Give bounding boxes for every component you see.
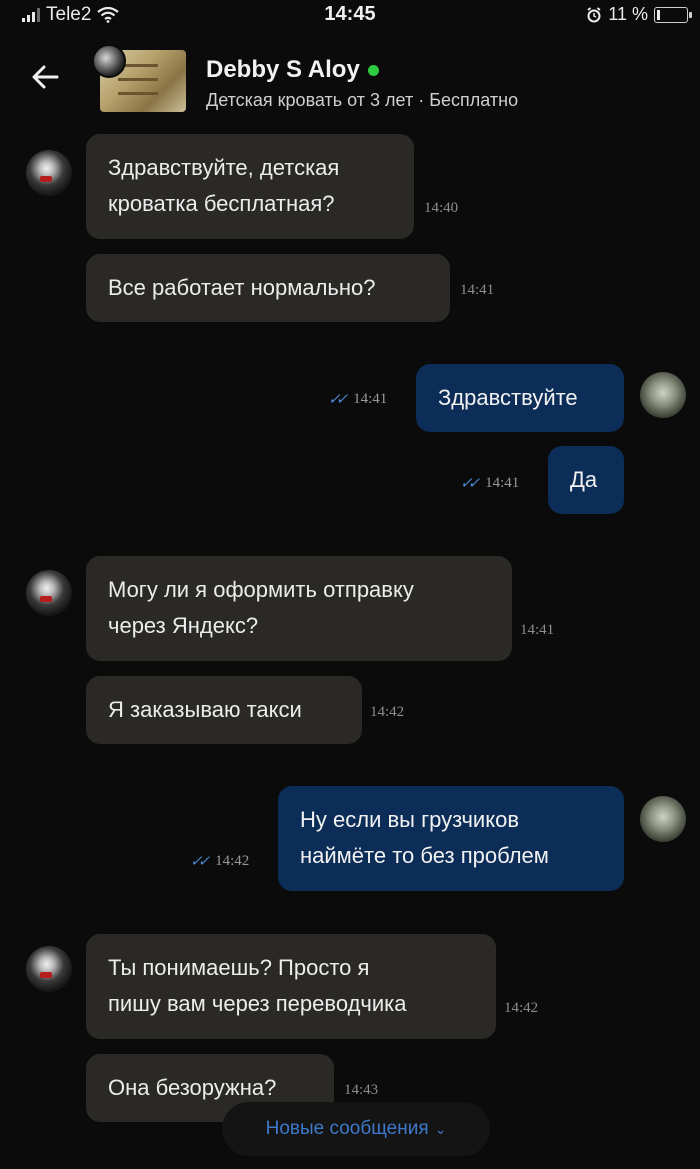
message-text: Здравствуйте, детская кроватка бесплатна… xyxy=(108,155,340,216)
seller-name-text: Debby S Aloy xyxy=(206,56,360,83)
message-time: 14:41 xyxy=(353,391,388,407)
message-time: 14:42 xyxy=(215,853,250,869)
message-text: Я заказываю такси xyxy=(108,697,302,722)
status-bar: Tele2 14:45 11 % xyxy=(0,0,700,30)
message-incoming[interactable]: Могу ли я оформить отправку через Яндекс… xyxy=(86,556,512,661)
online-indicator xyxy=(367,64,379,76)
message-time: 14:42 xyxy=(370,704,405,720)
message-text: Ты понимаешь? Просто я пишу вам через пе… xyxy=(108,955,407,1016)
back-button[interactable] xyxy=(30,62,64,96)
chevron-down-icon: ⌄ xyxy=(434,1120,447,1137)
double-check-icon: ✓✓ xyxy=(190,854,210,870)
battery-icon xyxy=(654,6,692,23)
message-outgoing[interactable]: Ну если вы грузчиков наймёте то без проб… xyxy=(278,786,624,891)
arrow-left-icon xyxy=(32,65,59,89)
message-time: 14:40 xyxy=(424,200,459,216)
message-status: ✓✓ 14:41 xyxy=(460,474,519,493)
message-text: Да xyxy=(570,467,598,492)
message-text: Она безоружна? xyxy=(108,1075,277,1100)
listing-title[interactable]: Детская кровать от 3 лет · Бесплатно xyxy=(206,90,518,111)
seller-name[interactable]: Debby S Aloy xyxy=(206,56,379,84)
message-time: 14:43 xyxy=(344,1082,379,1098)
seller-avatar[interactable] xyxy=(26,150,72,196)
message-incoming[interactable]: Я заказываю такси xyxy=(86,676,362,744)
seller-avatar[interactable] xyxy=(26,570,72,616)
message-time: 14:41 xyxy=(520,622,555,638)
message-incoming[interactable]: Здравствуйте, детская кроватка бесплатна… xyxy=(86,134,414,239)
my-avatar[interactable] xyxy=(640,796,686,842)
message-incoming[interactable]: Все работает нормально? xyxy=(86,254,450,322)
message-outgoing[interactable]: Здравствуйте xyxy=(416,364,624,432)
new-messages-label: Новые сообщения xyxy=(265,1118,429,1139)
message-text: Здравствуйте xyxy=(438,385,578,410)
message-time: 14:41 xyxy=(485,475,520,491)
message-text: Могу ли я оформить отправку через Яндекс… xyxy=(108,577,414,638)
seller-avatar[interactable] xyxy=(26,946,72,992)
seller-avatar[interactable] xyxy=(92,44,126,78)
message-status: ✓✓ 14:42 xyxy=(190,852,249,871)
new-messages-button[interactable]: Новые сообщения ⌄ xyxy=(222,1102,490,1156)
my-avatar[interactable] xyxy=(640,372,686,418)
message-text: Ну если вы грузчиков наймёте то без проб… xyxy=(300,807,549,868)
message-text: Все работает нормально? xyxy=(108,275,376,300)
message-status: ✓✓ 14:41 xyxy=(328,390,387,409)
message-incoming[interactable]: Ты понимаешь? Просто я пишу вам через пе… xyxy=(86,934,496,1039)
message-time: 14:41 xyxy=(460,282,495,298)
double-check-icon: ✓✓ xyxy=(328,392,348,408)
message-outgoing[interactable]: Да xyxy=(548,446,624,514)
chat-header: Debby S Aloy Детская кровать от 3 лет · … xyxy=(0,40,700,120)
battery-percent: 11 % xyxy=(608,4,648,24)
message-time: 14:42 xyxy=(504,1000,539,1016)
message-list: Здравствуйте, детская кроватка бесплатна… xyxy=(0,120,700,1169)
alarm-icon xyxy=(587,6,601,22)
double-check-icon: ✓✓ xyxy=(460,476,480,492)
status-right: 11 % xyxy=(586,4,692,25)
